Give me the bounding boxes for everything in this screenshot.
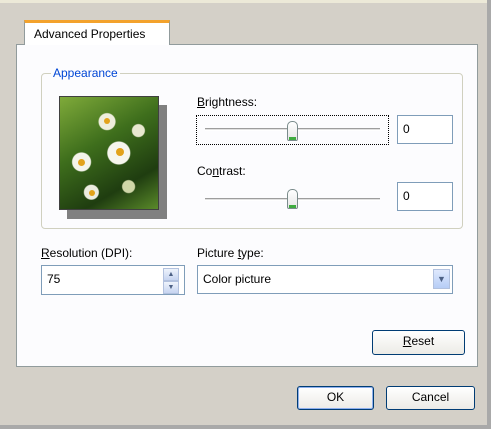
tab-panel: Appearance Brightness: 0 Contrast: 0 Res…	[16, 44, 478, 367]
picture-type-select[interactable]: Color picture	[197, 265, 453, 294]
chevron-down-icon[interactable]: ▼	[433, 269, 450, 289]
window-right-edge	[487, 0, 491, 429]
resolution-spin-down-icon[interactable]: ▼	[163, 281, 179, 294]
brightness-label: Brightness:	[197, 95, 258, 109]
contrast-input[interactable]: 0	[397, 182, 453, 211]
flower-center	[78, 159, 85, 166]
window-bottom-edge	[0, 425, 491, 429]
contrast-slider-thumb[interactable]	[287, 189, 298, 209]
brightness-slider-thumb[interactable]	[287, 121, 298, 141]
brightness-input[interactable]: 0	[397, 115, 453, 144]
picture-type-label: Picture type:	[197, 246, 264, 260]
reset-button[interactable]: Reset	[372, 330, 465, 355]
window-top-edge	[0, 0, 491, 3]
resolution-label: Resolution (DPI):	[41, 246, 133, 260]
flower-center	[104, 118, 110, 124]
preview-image	[59, 96, 159, 210]
ok-button[interactable]: OK	[297, 386, 374, 410]
contrast-label: Contrast:	[197, 164, 246, 178]
flower-center	[89, 190, 95, 196]
tab-advanced-properties[interactable]: Advanced Properties	[24, 20, 170, 45]
appearance-group-label: Appearance	[51, 66, 120, 80]
resolution-spin-up-icon[interactable]: ▲	[163, 268, 179, 281]
flower-center	[116, 148, 124, 156]
tab-label: Advanced Properties	[34, 27, 146, 41]
cancel-button[interactable]: Cancel	[386, 386, 475, 410]
